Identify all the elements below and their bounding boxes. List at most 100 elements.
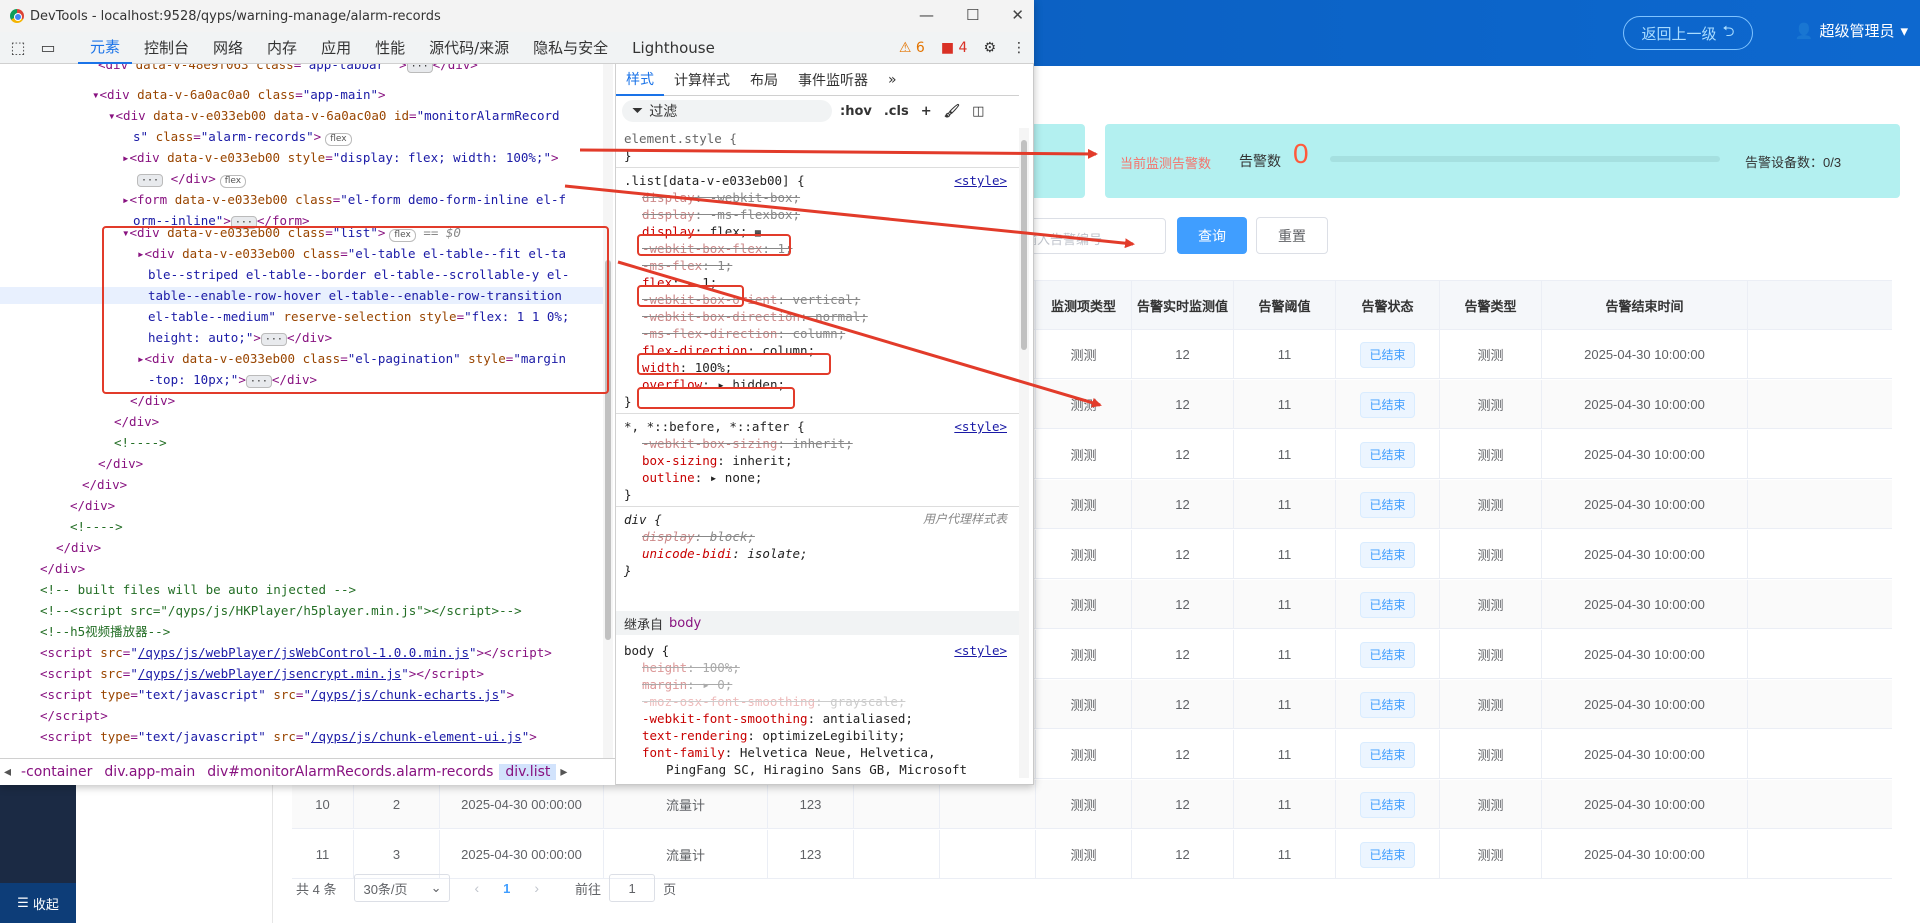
style-line[interactable]: body { <box>624 642 669 659</box>
breadcrumb-item[interactable]: div.app-main <box>98 764 201 780</box>
devtools-tab[interactable]: 控制台 <box>132 32 201 64</box>
query-button[interactable]: 查询 <box>1177 217 1247 254</box>
style-line[interactable]: display: -ms-flexbox; <box>642 206 800 223</box>
dom-line[interactable]: </div> <box>114 413 159 430</box>
dom-line[interactable]: </div> <box>56 539 101 556</box>
dom-line[interactable]: <!--h5视频播放器--> <box>40 623 170 640</box>
style-line[interactable]: .list[data-v-e033eb00] { <box>624 172 805 189</box>
style-line[interactable]: text-rendering: optimizeLegibility; <box>642 727 905 744</box>
style-line[interactable]: element.style { <box>624 130 737 147</box>
dom-line[interactable]: </div> <box>82 476 127 493</box>
jump-input[interactable]: 1 <box>609 874 656 902</box>
dom-line[interactable]: ▾<div data-v-e033eb00 data-v-6a0ac0a0 id… <box>108 107 560 124</box>
more-icon[interactable]: ⋮ <box>1012 40 1026 56</box>
style-source-link[interactable]: <style> <box>954 172 1007 189</box>
tab-layout[interactable]: 布局 <box>740 64 788 96</box>
dom-line[interactable]: <!--<script src="/qyps/js/HKPlayer/h5pla… <box>40 602 522 619</box>
dom-line[interactable]: <div data-v-48e9f063 class="app-tabbar" … <box>98 64 478 73</box>
table-row[interactable]: 11 3 2025-04-30 00:00:00 流量计 123 测测 12 11 已结束 测测 2… <box>292 830 1892 879</box>
dom-line[interactable]: </div> <box>98 455 143 472</box>
styles-filter-input[interactable]: ⏷ 过滤 <box>622 100 832 122</box>
column-header[interactable]: 告警状态 <box>1336 281 1440 331</box>
breadcrumb-item[interactable]: -container <box>15 764 98 780</box>
column-header[interactable]: 告警结束时间 <box>1542 281 1748 331</box>
devtools-tab[interactable]: 内存 <box>255 32 309 64</box>
devtools-tab[interactable]: Lighthouse <box>620 32 727 64</box>
style-line[interactable]: unicode-bidi: isolate; <box>642 545 808 562</box>
dom-line[interactable]: </div> <box>40 560 85 577</box>
devtools-tab[interactable]: 性能 <box>363 32 417 64</box>
style-line[interactable]: display: block; <box>642 528 755 545</box>
devtools-tab[interactable]: 应用 <box>309 32 363 64</box>
dom-line[interactable]: ▸<form data-v-e033eb00 class="el-form de… <box>122 191 566 208</box>
style-line[interactable]: display: -webkit-box; <box>642 189 800 206</box>
warning-count[interactable]: ⚠ 6 <box>899 40 925 56</box>
tab-styles[interactable]: 样式 <box>616 64 664 96</box>
cls-toggle[interactable]: .cls <box>884 104 909 119</box>
style-line[interactable]: -webkit-box-sizing: inherit; <box>642 435 853 452</box>
reset-button[interactable]: 重置 <box>1256 217 1328 254</box>
sidebar-toggle-icon[interactable]: ◫ <box>972 104 984 119</box>
devtools-tab[interactable]: 隐私与安全 <box>521 32 620 64</box>
tab-computed[interactable]: 计算样式 <box>664 64 740 96</box>
style-line[interactable]: box-sizing: inherit; <box>642 452 793 469</box>
column-header[interactable]: 告警实时监测值 <box>1132 281 1234 331</box>
dom-line[interactable]: <!-- built files will be auto injected -… <box>40 581 356 598</box>
column-header[interactable]: 告警阈值 <box>1234 281 1336 331</box>
hov-toggle[interactable]: :hov <box>840 104 872 119</box>
dom-line[interactable]: <!----> <box>114 434 167 451</box>
dom-line[interactable]: <script type="text/javascript" src="/qyp… <box>40 728 537 745</box>
next-page-icon[interactable]: › <box>534 880 539 896</box>
dom-line[interactable]: <script src="/qyps/js/webPlayer/jsWebCon… <box>40 644 552 661</box>
devtools-tab[interactable]: 源代码/来源 <box>417 32 521 64</box>
style-line[interactable]: -webkit-font-smoothing: antialiased; <box>642 710 913 727</box>
table-row[interactable]: 10 2 2025-04-30 00:00:00 流量计 123 测测 12 11 已结束 测测 2… <box>292 780 1892 829</box>
dom-line[interactable]: ··· </div> flex <box>137 170 247 188</box>
tab-event-listeners[interactable]: 事件监听器 <box>788 64 878 96</box>
dom-line[interactable]: ▾<div data-v-6a0ac0a0 class="app-main"> <box>92 86 386 103</box>
style-line[interactable]: *, *::before, *::after { <box>624 418 805 435</box>
style-line[interactable]: -ms-flex: 1; <box>642 257 732 274</box>
breadcrumb-item-active[interactable]: div.list <box>499 764 557 780</box>
inspect-icon[interactable]: ⬚ <box>6 38 30 57</box>
style-line[interactable]: font-family: Helvetica Neue, Helvetica, <box>642 744 936 761</box>
style-line[interactable]: height: 100%; <box>642 659 740 676</box>
dom-line[interactable]: s" class="alarm-records"> flex <box>133 128 352 146</box>
issue-count[interactable]: ■ 4 <box>941 40 968 56</box>
prev-page-icon[interactable]: ‹ <box>474 880 479 896</box>
style-line[interactable]: -moz-osx-font-smoothing: grayscale; <box>642 693 905 710</box>
style-line[interactable]: PingFang SC, Hiragino Sans GB, Microsoft <box>666 761 967 778</box>
breadcrumb-scroll-left-icon[interactable]: ◂ <box>0 764 15 780</box>
inherit-from[interactable]: body <box>669 616 701 631</box>
page-size-select[interactable]: 30条/页 ⌄ <box>354 874 451 902</box>
styles-scrollbar-thumb[interactable] <box>1021 140 1027 350</box>
dom-line[interactable]: </div> <box>130 392 175 409</box>
style-line[interactable]: } <box>624 486 632 503</box>
dom-line[interactable]: ▸<div data-v-e033eb00 style="display: fl… <box>122 149 559 166</box>
dom-line[interactable]: <!----> <box>70 518 123 535</box>
style-source-link[interactable]: <style> <box>954 642 1007 659</box>
column-header[interactable]: 监测项类型 <box>1036 281 1132 331</box>
breadcrumb-scroll-right-icon[interactable]: ▸ <box>556 764 571 780</box>
column-header[interactable]: 告警类型 <box>1440 281 1542 331</box>
collapse-button[interactable]: ☰ 收起 <box>0 883 76 923</box>
new-rule-icon[interactable]: + <box>921 104 932 119</box>
back-button[interactable]: 返回上一级 ⮌ <box>1623 16 1753 50</box>
dom-line[interactable]: </script> <box>40 707 108 724</box>
close-icon[interactable]: ✕ <box>1011 6 1024 24</box>
breadcrumb-item[interactable]: div#monitorAlarmRecords.alarm-records <box>201 764 499 780</box>
dom-line[interactable]: </div> <box>70 497 115 514</box>
more-tabs-icon[interactable]: » <box>878 64 907 96</box>
style-line[interactable]: } <box>624 393 632 410</box>
dom-line[interactable]: <script src="/qyps/js/webPlayer/jsencryp… <box>40 665 484 682</box>
style-line[interactable]: -ms-flex-direction: column; <box>642 325 845 342</box>
style-line[interactable]: outline: ▸ none; <box>642 469 762 486</box>
device-toggle-icon[interactable]: ▭ <box>36 38 60 57</box>
style-line[interactable]: div { <box>624 511 662 528</box>
user-menu[interactable]: 👤 超级管理员 ▾ <box>1795 20 1908 41</box>
minimize-icon[interactable]: — <box>919 6 934 24</box>
page-number[interactable]: 1 <box>503 881 510 896</box>
devtools-tab[interactable]: 网络 <box>201 32 255 64</box>
style-line[interactable]: -webkit-box-direction: normal; <box>642 308 868 325</box>
paint-icon[interactable]: 🖌 <box>944 104 961 119</box>
